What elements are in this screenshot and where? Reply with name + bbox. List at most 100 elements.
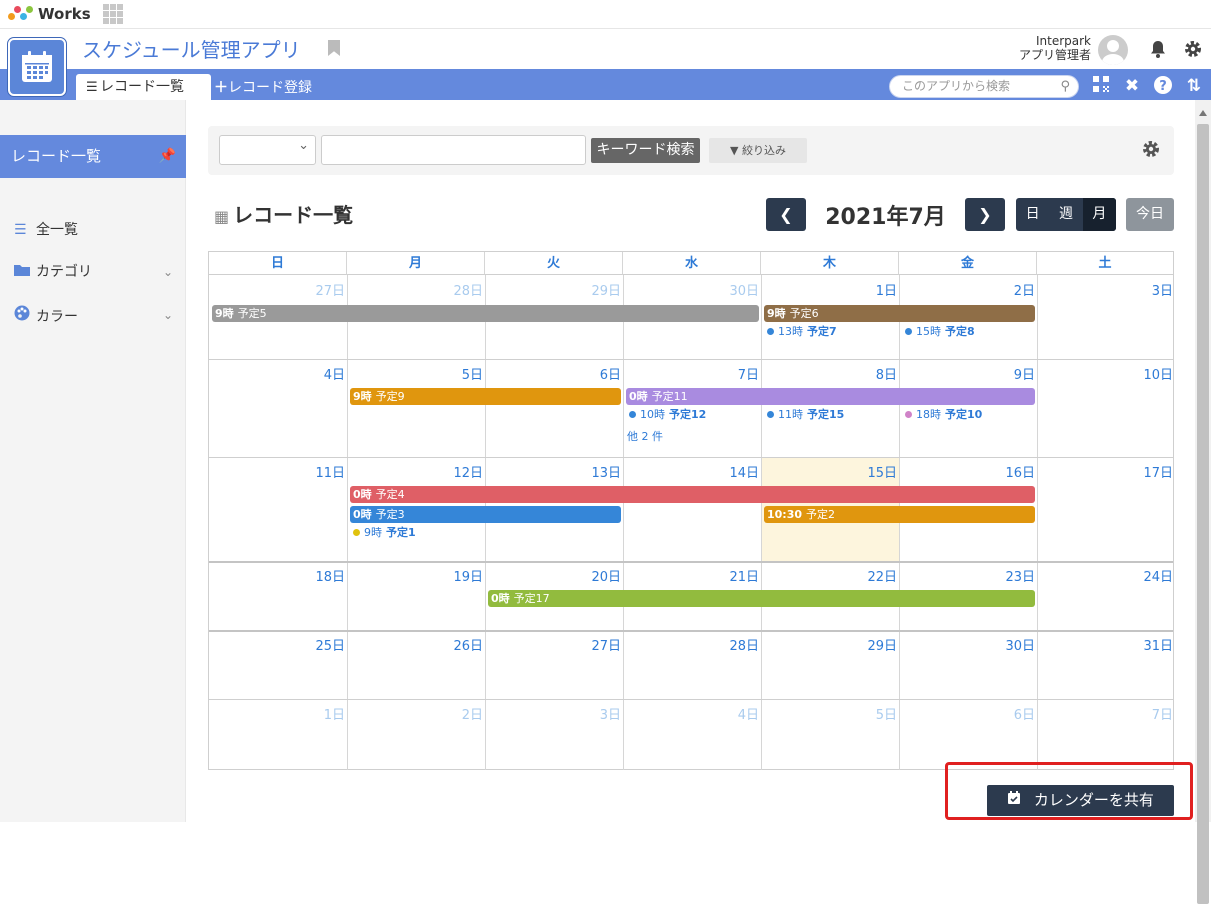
keyword-search-button[interactable]: キーワード検索	[591, 138, 700, 163]
calendar-event-bar[interactable]: 9時 予定5	[212, 305, 759, 322]
scroll-up-arrow-icon[interactable]	[1199, 110, 1207, 116]
day-number[interactable]: 20日	[485, 566, 621, 585]
day-number[interactable]: 5日	[347, 364, 483, 383]
day-number[interactable]: 31日	[1037, 635, 1173, 654]
calendar-event-bar[interactable]: 0時 予定11	[626, 388, 1035, 405]
narrow-filter-button[interactable]: ▼ 絞り込み	[709, 138, 807, 163]
gear-icon[interactable]	[1182, 39, 1204, 61]
bell-icon[interactable]	[1147, 39, 1169, 61]
view-month-button[interactable]: 月	[1082, 198, 1116, 231]
day-number[interactable]: 4日	[209, 364, 345, 383]
calendar-event-bar[interactable]: 0時 予定17	[488, 590, 1035, 607]
day-number[interactable]: 3日	[485, 704, 621, 723]
day-number[interactable]: 10日	[1037, 364, 1173, 383]
day-number[interactable]: 22日	[761, 566, 897, 585]
chevron-down-icon[interactable]: ⌄	[163, 305, 173, 325]
day-number[interactable]: 29日	[485, 280, 621, 299]
day-number[interactable]: 29日	[761, 635, 897, 654]
day-number[interactable]: 15日	[761, 462, 897, 481]
day-number[interactable]: 21日	[623, 566, 759, 585]
calendar-event-bar[interactable]: 9時 予定6	[764, 305, 1035, 322]
day-number[interactable]: 30日	[623, 280, 759, 299]
calendar-event-bar[interactable]: 0時 予定3	[350, 506, 621, 523]
day-number[interactable]: 28日	[347, 280, 483, 299]
user-info[interactable]: Interpark アプリ管理者	[1019, 34, 1091, 62]
day-number[interactable]: 18日	[209, 566, 345, 585]
view-settings-gear-icon[interactable]	[1141, 139, 1161, 164]
avatar[interactable]	[1098, 35, 1128, 65]
sidebar-item-all[interactable]: ☰ 全一覧	[14, 220, 179, 240]
day-number[interactable]: 28日	[623, 635, 759, 654]
day-number[interactable]: 5日	[761, 704, 897, 723]
day-number[interactable]: 6日	[485, 364, 621, 383]
sidebar-item-category[interactable]: カテゴリ ⌄	[14, 262, 179, 282]
tab-record-add[interactable]: ＋レコード登録	[214, 74, 312, 100]
calendar-event-item[interactable]: 13時 予定7	[767, 324, 837, 340]
keyword-input[interactable]	[321, 135, 586, 165]
day-number[interactable]: 2日	[899, 280, 1035, 299]
help-icon[interactable]: ?	[1152, 75, 1174, 97]
day-number[interactable]: 24日	[1037, 566, 1173, 585]
day-number[interactable]: 9日	[899, 364, 1035, 383]
event-title: 予定9	[375, 390, 405, 403]
day-number[interactable]: 13日	[485, 462, 621, 481]
calendar-event-bar[interactable]: 9時 予定9	[350, 388, 621, 405]
view-week-button[interactable]: 週	[1049, 198, 1082, 231]
pin-icon[interactable]: 📌	[159, 135, 176, 178]
day-number[interactable]: 26日	[347, 635, 483, 654]
next-month-button[interactable]: ❯	[965, 198, 1005, 231]
event-title: 予定1	[386, 526, 416, 539]
day-number[interactable]: 8日	[761, 364, 897, 383]
day-number[interactable]: 14日	[623, 462, 759, 481]
day-number[interactable]: 6日	[899, 704, 1035, 723]
scrollbar[interactable]	[1195, 100, 1211, 904]
day-number[interactable]: 30日	[899, 635, 1035, 654]
sidebar-item-color[interactable]: カラー ⌄	[14, 305, 179, 325]
day-number[interactable]: 4日	[623, 704, 759, 723]
day-number[interactable]: 16日	[899, 462, 1035, 481]
calendar-event-item[interactable]: 10時 予定12	[629, 407, 706, 423]
app-search-input[interactable]: このアプリから検索 ⚲	[889, 75, 1079, 98]
works-logo[interactable]: Works	[8, 4, 91, 24]
today-button[interactable]: 今日	[1126, 198, 1174, 231]
grid-divider	[209, 561, 1173, 563]
day-number[interactable]: 23日	[899, 566, 1035, 585]
app-menu-grid-icon[interactable]	[103, 4, 125, 24]
calendar-app-icon[interactable]	[8, 38, 66, 96]
day-number[interactable]: 17日	[1037, 462, 1173, 481]
chevron-down-icon[interactable]: ⌄	[163, 262, 173, 282]
day-number[interactable]: 1日	[761, 280, 897, 299]
day-number[interactable]: 27日	[485, 635, 621, 654]
day-number[interactable]: 11日	[209, 462, 345, 481]
tools-icon[interactable]: ✖	[1121, 75, 1143, 97]
calendar-event-bar[interactable]: 0時 予定4	[350, 486, 1035, 503]
view-day-button[interactable]: 日	[1016, 198, 1049, 231]
day-number[interactable]: 12日	[347, 462, 483, 481]
field-select[interactable]	[219, 135, 316, 165]
scrollbar-thumb[interactable]	[1197, 124, 1209, 904]
tab-record-list[interactable]: ☰ レコード一覧	[76, 74, 211, 100]
day-number[interactable]: 7日	[623, 364, 759, 383]
day-number[interactable]: 7日	[1037, 704, 1173, 723]
day-number[interactable]: 19日	[347, 566, 483, 585]
calendar-event-item[interactable]: 15時 予定8	[905, 324, 975, 340]
calendar-event-item[interactable]: 18時 予定10	[905, 407, 982, 423]
user-role: アプリ管理者	[1018, 48, 1091, 62]
day-number[interactable]: 27日	[209, 280, 345, 299]
sidebar-item-record-list[interactable]: レコード一覧 📌	[0, 135, 186, 178]
more-events-link[interactable]: 他 2 件	[627, 428, 663, 444]
calendar-event-bar[interactable]: 10:30 予定2	[764, 506, 1035, 523]
palette-icon	[14, 305, 36, 327]
event-time: 10:30	[767, 508, 803, 521]
day-number[interactable]: 3日	[1037, 280, 1173, 299]
day-number[interactable]: 25日	[209, 635, 345, 654]
calendar-event-item[interactable]: 9時 予定1	[353, 525, 416, 541]
day-number[interactable]: 2日	[347, 704, 483, 723]
narrow-filter-label: 絞り込み	[741, 144, 786, 157]
calendar-event-item[interactable]: 11時 予定15	[767, 407, 844, 423]
prev-month-button[interactable]: ❮	[766, 198, 806, 231]
refresh-icon[interactable]: ⇅	[1183, 75, 1205, 97]
qr-code-icon[interactable]	[1090, 75, 1112, 97]
search-icon[interactable]: ⚲	[1060, 76, 1070, 97]
day-number[interactable]: 1日	[209, 704, 345, 723]
